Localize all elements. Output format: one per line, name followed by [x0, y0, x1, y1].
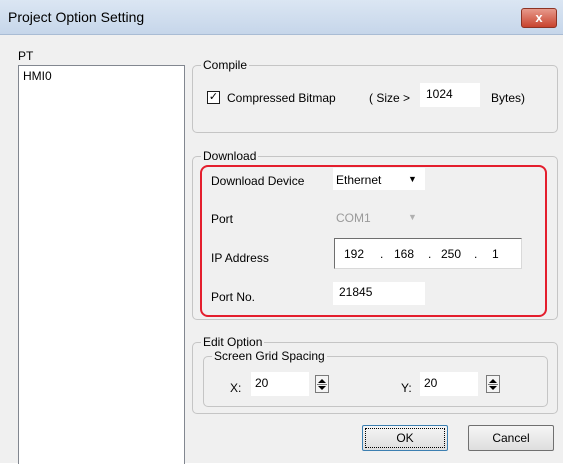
- pt-list[interactable]: HMI0: [18, 65, 185, 464]
- grid-x-spinner[interactable]: [315, 375, 329, 393]
- spinner-divider: [488, 384, 498, 385]
- grid-y-input[interactable]: 20: [420, 372, 478, 396]
- port-no-input[interactable]: 21845: [333, 282, 425, 305]
- grid-x-input[interactable]: 20: [251, 372, 309, 396]
- port-no-value: 21845: [339, 285, 373, 299]
- close-button[interactable]: x: [521, 8, 557, 28]
- grid-x-value: 20: [255, 376, 269, 390]
- window-title: Project Option Setting: [8, 9, 145, 25]
- compile-group-title: Compile: [201, 58, 250, 72]
- port-no-label: Port No.: [211, 290, 256, 304]
- checkmark-icon: ✓: [208, 91, 219, 103]
- title-bar[interactable]: Project Option Setting x: [0, 0, 563, 35]
- ok-button[interactable]: OK: [362, 425, 448, 451]
- close-icon: x: [535, 10, 543, 25]
- ip-octet-2[interactable]: 168: [394, 247, 414, 261]
- cancel-button[interactable]: Cancel: [468, 425, 554, 451]
- chevron-down-icon: ▼: [408, 174, 417, 184]
- chevron-down-icon: ▼: [408, 212, 417, 222]
- compressed-bitmap-checkbox[interactable]: ✓: [207, 91, 220, 104]
- size-suffix-label: Bytes): [491, 91, 526, 105]
- dialog-window: Project Option Setting x PT HMI0 Compile…: [0, 0, 563, 464]
- grid-y-spinner[interactable]: [486, 375, 500, 393]
- ip-address-input[interactable]: 192 . 168 . 250 . 1: [334, 238, 522, 269]
- download-device-label: Download Device: [211, 174, 305, 188]
- grid-y-value: 20: [424, 376, 438, 390]
- compressed-bitmap-label: Compressed Bitmap: [227, 91, 336, 105]
- port-label: Port: [211, 212, 234, 226]
- ip-separator: .: [474, 247, 478, 261]
- size-input[interactable]: 1024: [420, 83, 480, 107]
- ip-octet-1[interactable]: 192: [344, 247, 364, 261]
- ip-separator: .: [428, 247, 432, 261]
- edit-option-group-title: Edit Option: [201, 335, 265, 349]
- ip-octet-3[interactable]: 250: [441, 247, 461, 261]
- ip-address-label: IP Address: [211, 251, 269, 265]
- size-prefix-label: ( Size >: [369, 91, 411, 105]
- spinner-divider: [317, 384, 327, 385]
- pt-list-item-hmi0[interactable]: HMI0: [23, 69, 52, 83]
- size-input-value: 1024: [426, 87, 453, 101]
- download-group-title: Download: [201, 149, 259, 163]
- pt-label: PT: [18, 49, 34, 63]
- ip-octet-4[interactable]: 1: [492, 247, 499, 261]
- download-device-select[interactable]: Ethernet ▼: [333, 168, 425, 190]
- ip-separator: .: [380, 247, 384, 261]
- grid-x-label: X:: [230, 381, 242, 395]
- download-device-value: Ethernet: [336, 173, 382, 187]
- grid-y-label: Y:: [401, 381, 412, 395]
- screen-grid-spacing-title: Screen Grid Spacing: [212, 349, 327, 363]
- port-value: COM1: [336, 211, 371, 225]
- port-select[interactable]: COM1 ▼: [333, 205, 425, 227]
